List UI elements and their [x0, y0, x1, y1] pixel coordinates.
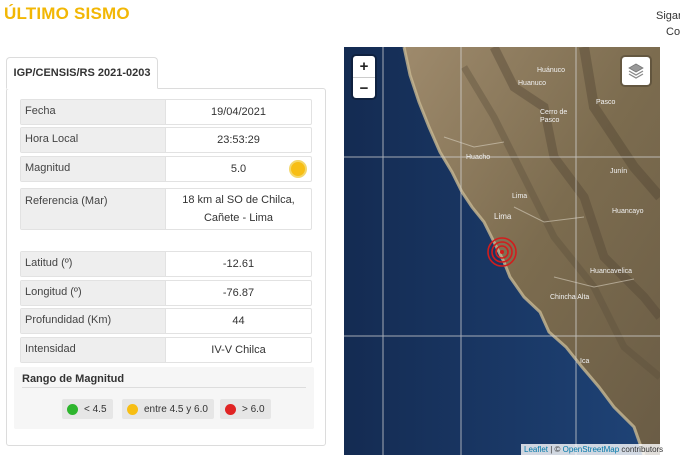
- row-value: -76.87: [222, 287, 255, 299]
- row-value: IV-V Chilca: [211, 344, 266, 356]
- zoom-out-button[interactable]: −: [353, 77, 375, 98]
- attribution-tail: contributors: [619, 445, 664, 454]
- page-title: ÚLTIMO SISMO: [4, 4, 130, 23]
- green-dot-icon: [67, 403, 78, 415]
- magnitude-indicator-icon: [289, 160, 307, 178]
- red-dot-icon: [225, 403, 236, 415]
- row-hora-local: Hora Local 23:53:29: [20, 127, 312, 153]
- row-fecha: Fecha 19/04/2021: [20, 99, 312, 125]
- svg-text:Lima: Lima: [512, 193, 527, 200]
- range-chip-label: < 4.5: [84, 403, 107, 415]
- row-longitud: Longitud (º) -76.87: [20, 280, 312, 306]
- yellow-dot-icon: [127, 403, 138, 415]
- svg-text:Ica: Ica: [580, 358, 589, 365]
- svg-text:Chincha Alta: Chincha Alta: [550, 294, 589, 301]
- attribution-separator: | ©: [548, 445, 563, 454]
- svg-text:Huancavelica: Huancavelica: [590, 268, 632, 275]
- svg-text:Pasco: Pasco: [540, 117, 560, 124]
- row-label: Magnitud: [21, 157, 166, 181]
- row-value: 18 km al SO de Chilca, Cañete - Lima: [182, 194, 295, 224]
- header-link-1[interactable]: Sigar: [656, 8, 680, 24]
- osm-link[interactable]: OpenStreetMap: [563, 445, 619, 454]
- row-label: Referencia (Mar): [21, 189, 166, 229]
- row-value: 19/04/2021: [210, 106, 267, 118]
- map-attribution: Leaflet | © OpenStreetMap contributors: [521, 444, 667, 455]
- svg-text:Lima: Lima: [494, 212, 512, 221]
- row-value: -12.61: [222, 258, 255, 270]
- zoom-in-button[interactable]: +: [353, 56, 375, 77]
- epicenter-marker[interactable]: [487, 237, 517, 267]
- range-chip-low: < 4.5: [62, 399, 113, 419]
- row-label: Longitud (º): [21, 281, 166, 305]
- magnitude-range-legend: Rango de Magnitud < 4.5 entre 4.5 y 6.0 …: [14, 367, 314, 429]
- row-profundidad: Profundidad (Km) 44: [20, 308, 312, 334]
- range-chip-label: entre 4.5 y 6.0: [144, 403, 208, 415]
- layers-button[interactable]: [622, 57, 650, 85]
- header-link-2[interactable]: Co: [656, 24, 680, 40]
- row-magnitud: Magnitud 5.0: [20, 156, 312, 182]
- range-chip-high: > 6.0: [220, 399, 271, 419]
- range-chip-mid: entre 4.5 y 6.0: [122, 399, 214, 419]
- row-intensidad: Intensidad IV-V Chilca: [20, 337, 312, 363]
- row-label: Profundidad (Km): [21, 309, 166, 333]
- epicenter-map[interactable]: Huanuco Huánuco Pasco Cerro de Pasco Hua…: [344, 47, 660, 455]
- row-label: Intensidad: [21, 338, 166, 362]
- header-nav[interactable]: Sigar Co: [656, 8, 680, 40]
- row-label: Fecha: [21, 100, 166, 124]
- row-label: Hora Local: [21, 128, 166, 152]
- row-latitud: Latitud (º) -12.61: [20, 251, 312, 277]
- range-title: Rango de Magnitud: [22, 373, 125, 385]
- svg-text:Huancayo: Huancayo: [612, 208, 644, 215]
- svg-text:Junín: Junín: [610, 168, 627, 175]
- range-chip-label: > 6.0: [242, 403, 265, 415]
- zoom-control: + −: [353, 56, 375, 98]
- divider: [22, 387, 306, 388]
- svg-text:Cerro de: Cerro de: [540, 109, 567, 116]
- row-label: Latitud (º): [21, 252, 166, 276]
- layers-icon: [628, 63, 644, 79]
- row-referencia: Referencia (Mar) 18 km al SO de Chilca, …: [20, 188, 312, 230]
- row-value: 44: [232, 315, 245, 327]
- svg-text:Huánuco: Huánuco: [537, 67, 565, 74]
- row-value: 23:53:29: [217, 134, 260, 146]
- tab-report[interactable]: IGP/CENSIS/RS 2021-0203: [6, 57, 158, 89]
- svg-text:Pasco: Pasco: [596, 99, 616, 106]
- leaflet-link[interactable]: Leaflet: [524, 445, 548, 454]
- svg-text:Huacho: Huacho: [466, 154, 490, 161]
- svg-text:Huanuco: Huanuco: [518, 80, 546, 87]
- satellite-map-tiles: Huanuco Huánuco Pasco Cerro de Pasco Hua…: [344, 47, 660, 455]
